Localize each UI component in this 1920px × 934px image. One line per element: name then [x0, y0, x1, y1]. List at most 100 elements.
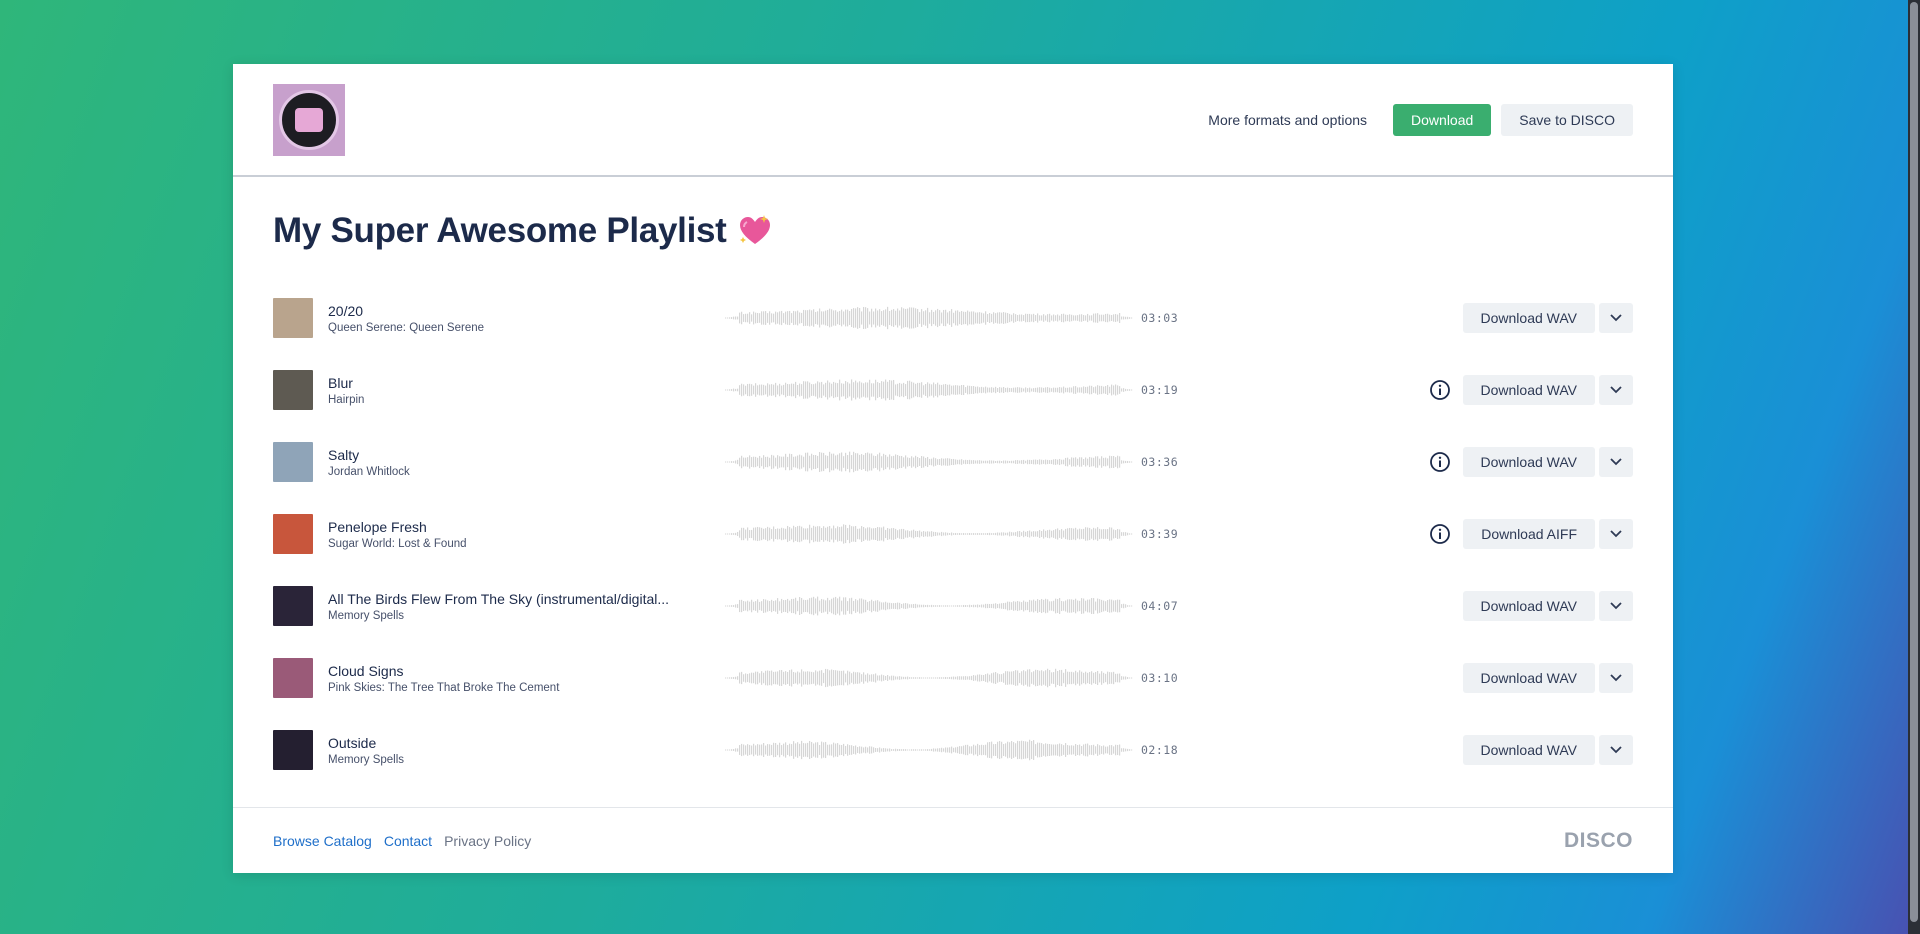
- track-row[interactable]: 20/20 Queen Serene: Queen Serene 03:03 Down…: [273, 282, 1633, 354]
- contact-link[interactable]: Contact: [384, 833, 432, 849]
- track-meta: All The Birds Flew From The Sky (instrum…: [328, 591, 723, 622]
- track-duration: 03:19: [1141, 383, 1179, 397]
- format-dropdown-button[interactable]: [1599, 735, 1633, 765]
- track-meta: Cloud Signs Pink Skies: The Tree That Bro…: [328, 663, 723, 694]
- format-dropdown-button[interactable]: [1599, 303, 1633, 333]
- track-title[interactable]: Penelope Fresh: [328, 519, 723, 535]
- track-row[interactable]: Blur Hairpin 03:19 Download WAV: [273, 354, 1633, 426]
- chevron-down-icon: [1610, 314, 1622, 322]
- download-button[interactable]: Download: [1393, 103, 1492, 136]
- track-row[interactable]: Penelope Fresh Sugar World: Lost & Found 0…: [273, 498, 1633, 570]
- format-dropdown-button[interactable]: [1599, 519, 1633, 549]
- track-artist: Hairpin: [328, 393, 365, 406]
- scrollbar-thumb[interactable]: [1910, 2, 1918, 922]
- download-group: Download WAV: [1462, 375, 1633, 405]
- download-group: Download WAV: [1462, 591, 1633, 621]
- download-format-button[interactable]: Download WAV: [1462, 591, 1595, 621]
- track-duration: 04:07: [1141, 599, 1179, 613]
- track-row[interactable]: All The Birds Flew From The Sky (instrum…: [273, 570, 1633, 642]
- track-artist: Queen Serene: Queen Serene: [328, 321, 485, 334]
- track-row[interactable]: Salty Jordan Whitlock 03:36 Download WAV: [273, 426, 1633, 498]
- download-format-button[interactable]: Download WAV: [1462, 375, 1595, 405]
- track-artist: Memory Spells: [328, 753, 405, 766]
- track-artwork[interactable]: [273, 442, 313, 482]
- track-duration: 03:03: [1141, 311, 1179, 325]
- track-duration: 02:18: [1141, 743, 1179, 757]
- track-artist: Pink Skies: The Tree That Broke The Ceme…: [328, 681, 560, 694]
- download-format-button[interactable]: Download WAV: [1462, 447, 1595, 477]
- track-row[interactable]: Outside Memory Spells 02:18 Download WAV: [273, 714, 1633, 786]
- browse-catalog-link[interactable]: Browse Catalog: [273, 833, 372, 849]
- chevron-down-icon: [1610, 746, 1622, 754]
- chevron-down-icon: [1610, 602, 1622, 610]
- download-format-button[interactable]: Download AIFF: [1463, 519, 1595, 549]
- scrollbar[interactable]: [1908, 0, 1920, 934]
- footer-links: Browse Catalog Contact Privacy Policy: [273, 833, 531, 849]
- download-format-button[interactable]: Download WAV: [1462, 303, 1595, 333]
- track-artwork[interactable]: [273, 658, 313, 698]
- logo: [273, 83, 345, 156]
- logo-disc: [279, 89, 339, 150]
- more-formats-button[interactable]: More formats and options: [1192, 102, 1383, 138]
- download-group: Download WAV: [1462, 303, 1633, 333]
- chevron-down-icon: [1610, 386, 1622, 394]
- chevron-down-icon: [1610, 674, 1622, 682]
- waveform[interactable]: [725, 375, 1133, 405]
- format-dropdown-button[interactable]: [1599, 591, 1633, 621]
- track-meta: Penelope Fresh Sugar World: Lost & Found: [328, 519, 723, 550]
- waveform[interactable]: [725, 735, 1133, 765]
- chevron-down-icon: [1610, 530, 1622, 538]
- info-icon[interactable]: [1429, 451, 1451, 473]
- waveform[interactable]: [725, 663, 1133, 693]
- download-format-button[interactable]: Download WAV: [1462, 663, 1595, 693]
- waveform[interactable]: [725, 447, 1133, 477]
- info-icon[interactable]: [1429, 379, 1451, 401]
- track-duration: 03:39: [1141, 527, 1179, 541]
- format-dropdown-button[interactable]: [1599, 447, 1633, 477]
- track-meta: 20/20 Queen Serene: Queen Serene: [328, 303, 723, 334]
- footer: Browse Catalog Contact Privacy Policy DI…: [233, 807, 1673, 873]
- format-dropdown-button[interactable]: [1599, 663, 1633, 693]
- track-artwork[interactable]: [273, 586, 313, 626]
- track-title[interactable]: Outside: [328, 735, 723, 751]
- track-title[interactable]: Salty: [328, 447, 723, 463]
- waveform[interactable]: [725, 519, 1133, 549]
- format-dropdown-button[interactable]: [1599, 375, 1633, 405]
- download-group: Download WAV: [1462, 735, 1633, 765]
- download-group: Download WAV: [1462, 447, 1633, 477]
- disco-brand: DISCO: [1563, 828, 1633, 852]
- waveform[interactable]: [725, 303, 1133, 333]
- track-list: 20/20 Queen Serene: Queen Serene 03:03 Down…: [273, 282, 1633, 786]
- track-meta: Outside Memory Spells: [328, 735, 723, 766]
- track-meta: Blur Hairpin: [328, 375, 723, 406]
- header: More formats and options Download Save t…: [233, 64, 1673, 177]
- chevron-down-icon: [1610, 458, 1622, 466]
- track-artwork[interactable]: [273, 730, 313, 770]
- privacy-policy-link[interactable]: Privacy Policy: [444, 833, 531, 849]
- track-artist: Memory Spells: [328, 609, 405, 622]
- track-duration: 03:10: [1141, 671, 1179, 685]
- track-title[interactable]: Cloud Signs: [328, 663, 723, 679]
- page-title: My Super Awesome Playlist: [273, 211, 727, 250]
- track-title[interactable]: Blur: [328, 375, 723, 391]
- track-title[interactable]: 20/20: [328, 303, 723, 319]
- info-icon[interactable]: [1429, 523, 1451, 545]
- track-duration: 03:36: [1141, 455, 1179, 469]
- logo-image: [295, 107, 323, 132]
- save-to-disco-button[interactable]: Save to DISCO: [1501, 103, 1633, 136]
- track-meta: Salty Jordan Whitlock: [328, 447, 723, 478]
- title-row: My Super Awesome Playlist: [233, 177, 1673, 251]
- sparkling-heart-icon: [739, 215, 770, 244]
- download-format-button[interactable]: Download WAV: [1462, 735, 1595, 765]
- track-artwork[interactable]: [273, 370, 313, 410]
- playlist-card: More formats and options Download Save t…: [233, 64, 1673, 873]
- header-actions: More formats and options Download Save t…: [1192, 102, 1633, 138]
- track-artist: Sugar World: Lost & Found: [328, 537, 467, 550]
- track-artwork[interactable]: [273, 514, 313, 554]
- track-title[interactable]: All The Birds Flew From The Sky (instrum…: [328, 591, 723, 607]
- track-row[interactable]: Cloud Signs Pink Skies: The Tree That Bro…: [273, 642, 1633, 714]
- track-artist: Jordan Whitlock: [328, 465, 410, 478]
- waveform[interactable]: [725, 591, 1133, 621]
- track-artwork[interactable]: [273, 298, 313, 338]
- download-group: Download WAV: [1462, 663, 1633, 693]
